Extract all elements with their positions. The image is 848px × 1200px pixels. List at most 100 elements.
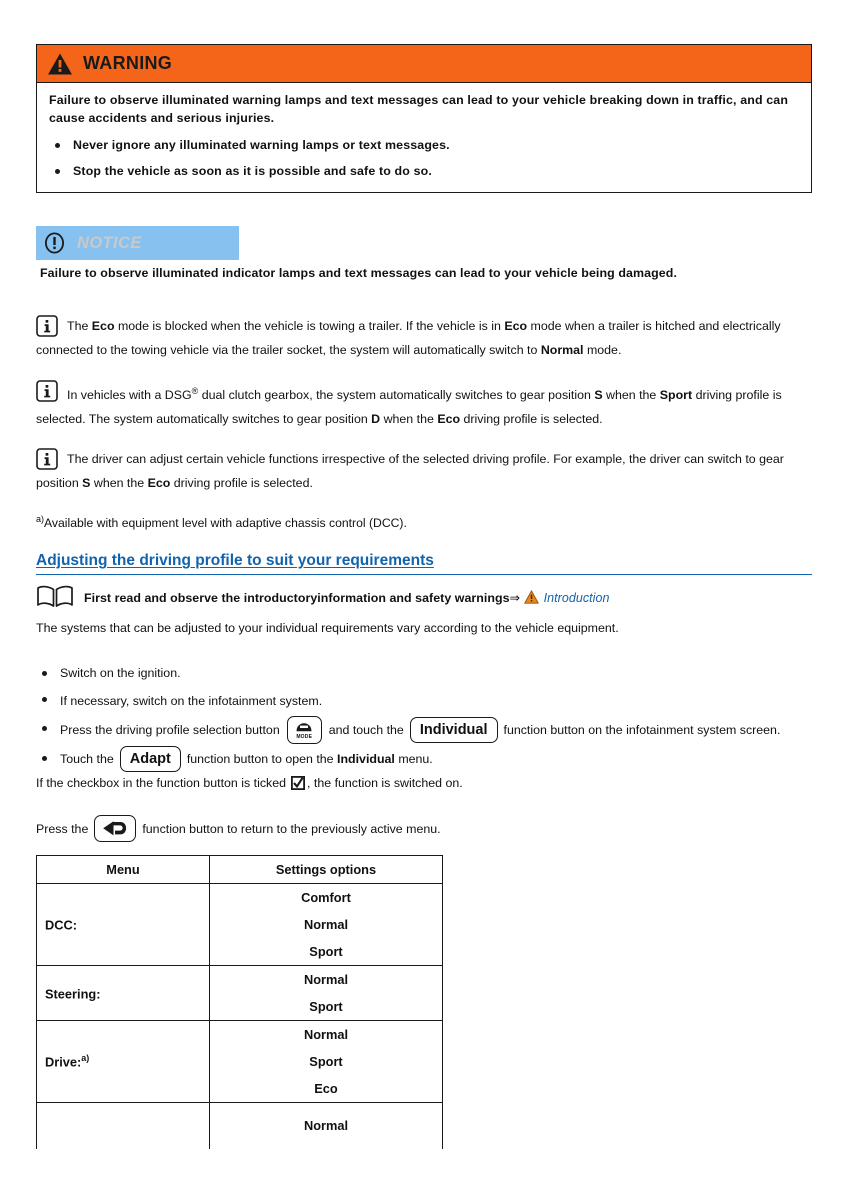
warning-bullet-text: Stop the vehicle as soon as it is possib… [73, 163, 432, 178]
menu-label: Drive: [45, 1054, 82, 1070]
info-i-icon [36, 315, 58, 337]
bullet-dot-icon [42, 697, 47, 702]
notice-title: NOTICE [77, 233, 142, 252]
mode-button-label: MODE [296, 734, 313, 740]
menu-label: DCC: [45, 917, 77, 933]
step-text-4-bold: Individual [337, 752, 395, 766]
info-i-icon [36, 448, 58, 470]
warning-triangle-small-icon [523, 589, 539, 604]
option-value: Normal [303, 1118, 349, 1134]
option-value: Normal [303, 1027, 349, 1042]
step-item-2: If necessary, switch on the infotainment… [36, 686, 826, 715]
settings-table: Menu Settings options DCC: Comfort Norma… [36, 855, 443, 1149]
notice-body: Failure to observe illuminated indicator… [40, 266, 677, 280]
option-value: Sport [309, 1054, 343, 1069]
exclamation-circle-icon [44, 232, 65, 254]
step-text-4c: menu. [398, 752, 433, 766]
manual-page: WARNING Failure to observe illuminated w… [0, 0, 848, 1200]
intro-paragraph: The systems that can be adjusted to your… [36, 621, 619, 635]
table-cell-options: Normal Sport Eco [209, 1020, 443, 1103]
warning-body: Failure to observe illuminated warning l… [37, 83, 811, 192]
section-heading-text: Adjusting the driving profile to suit yo… [36, 552, 434, 569]
back-note-after: function button to return to the previou… [142, 821, 441, 836]
back-button-note-line: Press the function button to return to t… [36, 815, 814, 842]
bullet-dot-icon [42, 726, 47, 731]
footnote-marker: a) [36, 514, 45, 524]
bullet-dot-icon [55, 168, 60, 174]
checkbox-note-before: If the checkbox in the function button i… [36, 776, 287, 790]
info-block-2: In vehicles with a DSG® dual clutch gear… [36, 379, 814, 431]
table-row: DCC: Comfort Normal Sport [36, 883, 443, 966]
warning-paragraph: Failure to observe illuminated warning l… [49, 93, 789, 125]
warning-bullet-item: Stop the vehicle as soon as it is possib… [49, 164, 799, 178]
step-item-3: Press the driving profile selection butt… [36, 715, 826, 745]
open-book-icon [37, 585, 73, 607]
table-header-menu: Menu [36, 855, 210, 884]
read-first-label: First read and observe the introductoryi… [84, 590, 510, 605]
menu-footnote-marker: a) [81, 1053, 90, 1064]
step-text-3c: function button on the infotainment syst… [503, 723, 781, 737]
warning-bullet-text: Never ignore any illuminated warning lam… [73, 137, 450, 152]
info-text-3: The driver can adjust certain vehicle fu… [36, 452, 784, 490]
info-i-icon [36, 380, 58, 402]
section-heading: Adjusting the driving profile to suit yo… [36, 552, 812, 575]
checked-checkbox-icon [291, 776, 306, 790]
step-text-3a: Press the driving profile selection butt… [60, 723, 280, 737]
info-text-2: In vehicles with a DSG® dual clutch gear… [36, 386, 782, 427]
menu-label: Steering: [45, 986, 101, 1002]
read-first-text: First read and observe the introductoryi… [84, 589, 610, 605]
step-text-4a: Touch the [60, 752, 114, 766]
option-value: Sport [309, 999, 343, 1014]
step-text-1: Switch on the ignition. [60, 666, 181, 680]
option-value: Normal [303, 917, 349, 932]
option-value: Sport [309, 944, 343, 959]
bullet-dot-icon [42, 671, 47, 676]
table-cell-menu: DCC: [36, 883, 210, 966]
step-item-4: Touch the Adapt function button to open … [36, 745, 826, 773]
table-cell-options: Comfort Normal Sport [209, 883, 443, 966]
option-value: Normal [303, 972, 349, 987]
reference-arrow: ⇒ [509, 590, 521, 605]
table-cell-options: Normal [209, 1102, 443, 1149]
table-cell-menu: Drive:a) [36, 1020, 210, 1103]
step-text-3b: and touch the [328, 723, 404, 737]
warning-title: WARNING [83, 53, 173, 73]
option-value: Eco [314, 1081, 338, 1096]
table-cell-options: Normal Sport [209, 965, 443, 1021]
step-text-2: If necessary, switch on the infotainment… [60, 693, 323, 708]
checkbox-note-after: , the function is switched on. [307, 776, 463, 790]
table-header-settings: Settings options [209, 855, 443, 884]
warning-bullet-item: Never ignore any illuminated warning lam… [49, 138, 799, 152]
info-block-3: The driver can adjust certain vehicle fu… [36, 447, 814, 495]
table-row: Normal [36, 1102, 443, 1149]
adapt-function-button[interactable]: Adapt [119, 746, 181, 772]
warning-triangle-icon [48, 53, 72, 74]
table-header-row: Menu Settings options [36, 855, 443, 884]
introduction-link[interactable]: Introduction [544, 591, 610, 605]
notice-header: NOTICE [36, 226, 239, 260]
back-function-button[interactable] [94, 815, 137, 842]
back-arrow-icon [103, 821, 127, 836]
table-cell-menu [36, 1102, 210, 1149]
read-first-reference: First read and observe the introductoryi… [36, 584, 814, 610]
table-row: Drive:a) Normal Sport Eco [36, 1020, 443, 1103]
individual-function-button[interactable]: Individual [409, 717, 498, 743]
back-note-before: Press the [36, 821, 89, 836]
footnote: a)Available with equipment level with ad… [36, 514, 814, 530]
warning-callout: WARNING Failure to observe illuminated w… [36, 44, 812, 193]
warning-bullet-list: Never ignore any illuminated warning lam… [49, 138, 799, 178]
step-list: Switch on the ignition. If necessary, sw… [36, 660, 826, 773]
step-item-1: Switch on the ignition. [36, 660, 826, 686]
warning-header: WARNING [37, 45, 811, 83]
table-row: Steering: Normal Sport [36, 965, 443, 1021]
bullet-dot-icon [55, 142, 60, 148]
bullet-dot-icon [42, 756, 47, 761]
table-cell-menu: Steering: [36, 965, 210, 1021]
driving-profile-mode-button[interactable]: MODE [286, 716, 322, 744]
checkbox-note-line: If the checkbox in the function button i… [36, 776, 814, 790]
info-text-1: The Eco mode is blocked when the vehicle… [36, 319, 781, 357]
info-block-1: The Eco mode is blocked when the vehicle… [36, 314, 814, 362]
footnote-text: Available with equipment level with adap… [44, 516, 407, 531]
option-value: Comfort [301, 890, 351, 905]
step-text-4b: function button to open the [186, 752, 334, 766]
